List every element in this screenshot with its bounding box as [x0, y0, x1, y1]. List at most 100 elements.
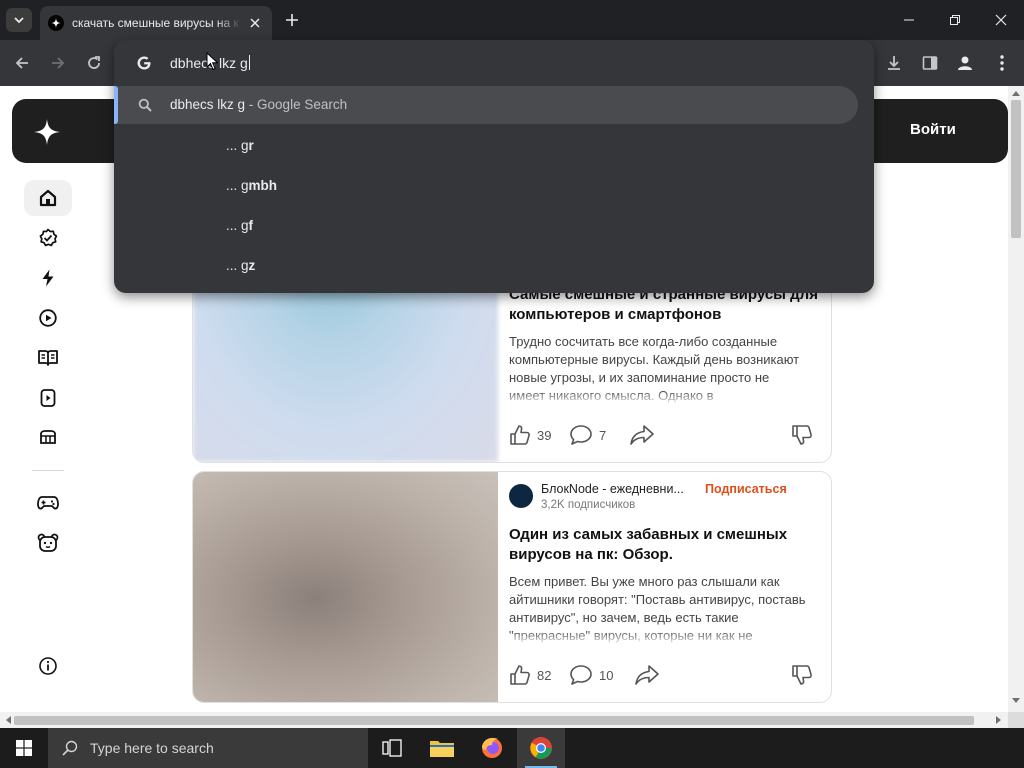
vertical-scrollbar[interactable] [1008, 86, 1024, 712]
tab-title: скачать смешные вирусы на к [72, 16, 239, 30]
vertical-scroll-thumb[interactable] [1011, 100, 1021, 238]
like-button[interactable]: 82 [509, 662, 551, 688]
suggestion-text: dbhecs lkz g - Google Search [170, 97, 347, 112]
suggestion-item[interactable]: ... gz [114, 246, 874, 286]
profile-avatar-icon[interactable] [952, 50, 978, 76]
file-explorer-icon[interactable] [418, 728, 466, 768]
article-title-line: Один из самых забавных и смешных [509, 526, 788, 543]
lightning-icon[interactable] [24, 260, 72, 296]
google-g-icon [137, 56, 151, 70]
article-cover-image[interactable] [193, 472, 498, 702]
comment-icon [570, 425, 592, 445]
suggestion-suffix: - Google Search [245, 97, 348, 112]
login-button[interactable]: Войти [910, 121, 956, 138]
like-button[interactable]: 39 [509, 422, 551, 448]
forward-arrow-icon[interactable] [45, 50, 71, 76]
search-icon [62, 740, 78, 756]
task-view-icon[interactable] [368, 728, 416, 768]
zen-logo-icon[interactable] [34, 119, 60, 145]
scroll-left-arrow-icon[interactable] [5, 716, 11, 724]
tab-search-button[interactable] [6, 8, 32, 32]
omnibox-input[interactable]: dbhecs lkz g [114, 40, 874, 86]
back-arrow-icon[interactable] [9, 50, 35, 76]
home-icon[interactable] [24, 180, 72, 216]
gamepad-icon[interactable] [24, 485, 72, 521]
scroll-down-arrow-icon[interactable] [1012, 698, 1020, 704]
book-icon[interactable] [24, 340, 72, 376]
dislike-button[interactable] [791, 662, 813, 688]
tab-strip: скачать смешные вирусы на к [0, 0, 1024, 40]
dislike-button[interactable] [791, 422, 813, 448]
author-row: БлокNode - ежедневни... Подписаться 3,2K… [509, 482, 819, 512]
zen-favicon-icon [48, 15, 64, 31]
article-title-line: вирусов на пк: Обзор. [509, 546, 673, 563]
chevron-down-icon [14, 17, 24, 24]
close-window-icon[interactable] [978, 0, 1024, 40]
browser-tab[interactable]: скачать смешные вирусы на к [40, 6, 272, 40]
like-count: 39 [537, 427, 552, 443]
thumbs-down-icon [792, 665, 812, 685]
popular-check-icon[interactable] [24, 220, 72, 256]
suggestion-text: ... gz [226, 258, 256, 273]
article-title-line: компьютеров и смартфонов [509, 306, 722, 323]
taskbar-search-placeholder: Type here to search [90, 740, 214, 756]
author-avatar[interactable] [509, 484, 533, 508]
article-snippet: Всем привет. Вы уже много раз слышали ка… [509, 574, 806, 643]
suggestion-item[interactable]: ... gmbh [114, 166, 874, 206]
cube-icon[interactable] [24, 420, 72, 456]
minimize-icon[interactable] [886, 0, 932, 40]
firefox-icon[interactable] [468, 728, 516, 768]
scrollbar-corner [1008, 712, 1024, 728]
tv-icon[interactable] [24, 380, 72, 416]
suggestion-text: ... gmbh [226, 178, 278, 193]
article-title[interactable]: Один из самых забавных и смешных вирусов… [509, 525, 827, 565]
suggestion-item[interactable]: ... gf [114, 206, 874, 246]
subscribe-button[interactable]: Подписаться [705, 482, 787, 496]
windows-taskbar: Type here to search [0, 728, 1024, 768]
subscriber-count: 3,2K подписчиков [541, 499, 636, 511]
menu-dots-icon[interactable] [989, 50, 1015, 76]
article-actions: 39 7 [509, 422, 827, 448]
focus-indicator [114, 86, 118, 124]
taskbar-search-box[interactable]: Type here to search [48, 728, 368, 768]
mouse-cursor-icon [206, 52, 218, 71]
share-icon[interactable] [629, 422, 655, 448]
windows-start-icon[interactable] [0, 728, 48, 768]
scroll-right-arrow-icon[interactable] [996, 716, 1002, 724]
comment-button[interactable]: 7 [569, 422, 606, 448]
tab-close-icon[interactable] [246, 14, 264, 32]
new-tab-plus-icon[interactable] [282, 10, 302, 30]
thumbs-up-icon [510, 665, 530, 685]
omnibox-dropdown: dbhecs lkz g dbhecs lkz g - Google Searc… [114, 40, 874, 293]
thumbs-up-icon [510, 425, 530, 445]
share-icon[interactable] [634, 662, 660, 688]
scroll-up-arrow-icon[interactable] [1012, 90, 1020, 96]
article-body: БлокNode - ежедневни... Подписаться 3,2K… [509, 472, 831, 702]
like-count: 82 [537, 667, 552, 683]
side-panel-icon[interactable] [917, 50, 943, 76]
suggestion-text: ... gf [226, 218, 254, 233]
suggestion-query: dbhecs lkz g [170, 97, 246, 112]
suggestion-item[interactable]: ... gr [114, 126, 874, 166]
info-icon[interactable] [24, 648, 72, 684]
thumbs-down-icon [792, 425, 812, 445]
article-actions: 82 10 [509, 662, 827, 688]
horizontal-scrollbar[interactable] [0, 712, 1008, 728]
reload-icon[interactable] [81, 50, 107, 76]
comment-count: 10 [599, 667, 614, 683]
chrome-icon[interactable] [517, 728, 565, 768]
video-play-icon[interactable] [24, 300, 72, 336]
suggestion-google-search[interactable]: dbhecs lkz g - Google Search [114, 86, 858, 124]
suggestion-text: ... gr [226, 138, 254, 153]
comment-icon [570, 665, 592, 685]
horizontal-scroll-thumb[interactable] [14, 716, 974, 725]
bear-icon[interactable] [24, 525, 72, 561]
nav-divider [32, 470, 64, 471]
restore-icon[interactable] [932, 0, 978, 40]
comment-button[interactable]: 10 [569, 662, 613, 688]
text-caret [248, 55, 250, 70]
article-card[interactable]: БлокNode - ежедневни... Подписаться 3,2K… [192, 471, 832, 703]
article-snippet: Трудно сосчитать все когда-либо созданны… [509, 334, 800, 403]
download-icon[interactable] [881, 50, 907, 76]
author-name[interactable]: БлокNode - ежедневни... [541, 482, 701, 496]
